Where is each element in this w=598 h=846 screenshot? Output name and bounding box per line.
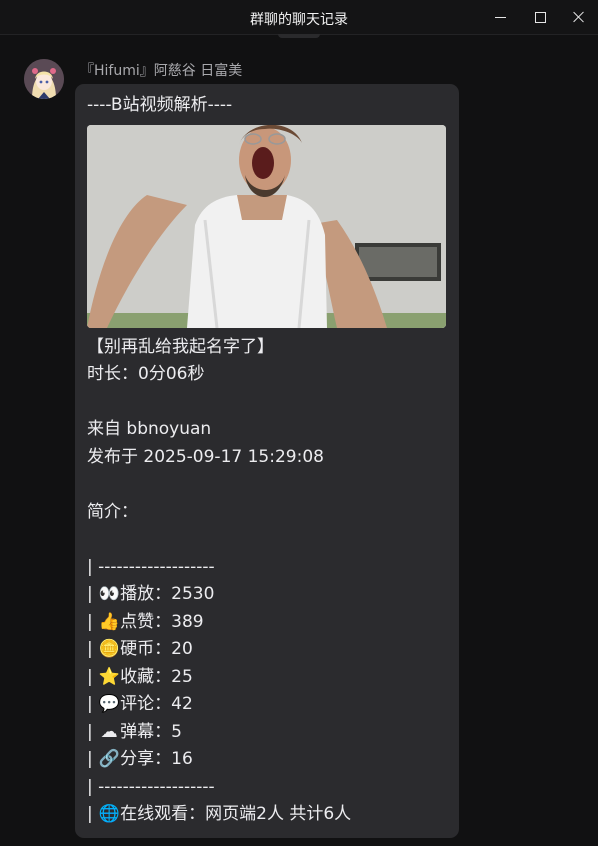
close-icon [573, 11, 585, 23]
star-icon: ⭐ [98, 667, 120, 687]
stat-coins: | 🪙硬币：20 [87, 639, 193, 659]
message-header: ----B站视频解析---- [87, 95, 233, 115]
link-icon: 🔗 [98, 749, 120, 769]
cloud-icon: ☁ [100, 722, 118, 742]
intro-label: 简介： [87, 502, 138, 522]
message-bubble[interactable]: ----B站视频解析---- 【别再乱给我起名字了】 时长：0分06秒 来自 b… [75, 84, 459, 838]
stat-comments: | 💬评论：42 [87, 694, 193, 714]
stat-danmaku: | ☁ 弹幕：5 [87, 722, 182, 742]
stat-favorites: | ⭐收藏：25 [87, 667, 193, 687]
stat-online: | 🌐在线观看：网页端2人 共计6人 [87, 804, 352, 824]
coin-icon: 🪙 [98, 639, 120, 659]
stat-views: | 👀播放：2530 [87, 584, 215, 604]
sender-name: 『Hifumi』阿慈谷 日富美 [80, 63, 243, 79]
stats-divider-top: | ------------------- [87, 557, 215, 577]
minimize-icon [494, 16, 506, 18]
stat-shares: | 🔗分享：16 [87, 749, 193, 769]
video-thumbnail[interactable] [87, 125, 446, 328]
minimize-button[interactable] [480, 0, 520, 34]
video-title: 【别再乱给我起名字了】 [87, 337, 274, 357]
stats-divider-bottom: | ------------------- [87, 777, 215, 797]
stat-likes: | 👍点赞：389 [87, 612, 204, 632]
maximize-button[interactable] [520, 0, 560, 34]
scroll-indicator [278, 34, 320, 38]
title-bar: 群聊的聊天记录 [0, 0, 598, 35]
globe-icon: 🌐 [98, 804, 120, 824]
maximize-icon [534, 11, 546, 23]
thumbs-up-icon: 👍 [98, 612, 120, 632]
speech-bubble-icon: 💬 [98, 694, 120, 714]
close-button[interactable] [559, 0, 598, 34]
avatar[interactable] [24, 59, 64, 99]
eyes-icon: 👀 [98, 584, 120, 604]
video-author: 来自 bbnoyuan [87, 419, 212, 439]
publish-time: 发布于 2025-09-17 15:29:08 [87, 447, 324, 467]
video-duration: 时长：0分06秒 [87, 364, 205, 384]
